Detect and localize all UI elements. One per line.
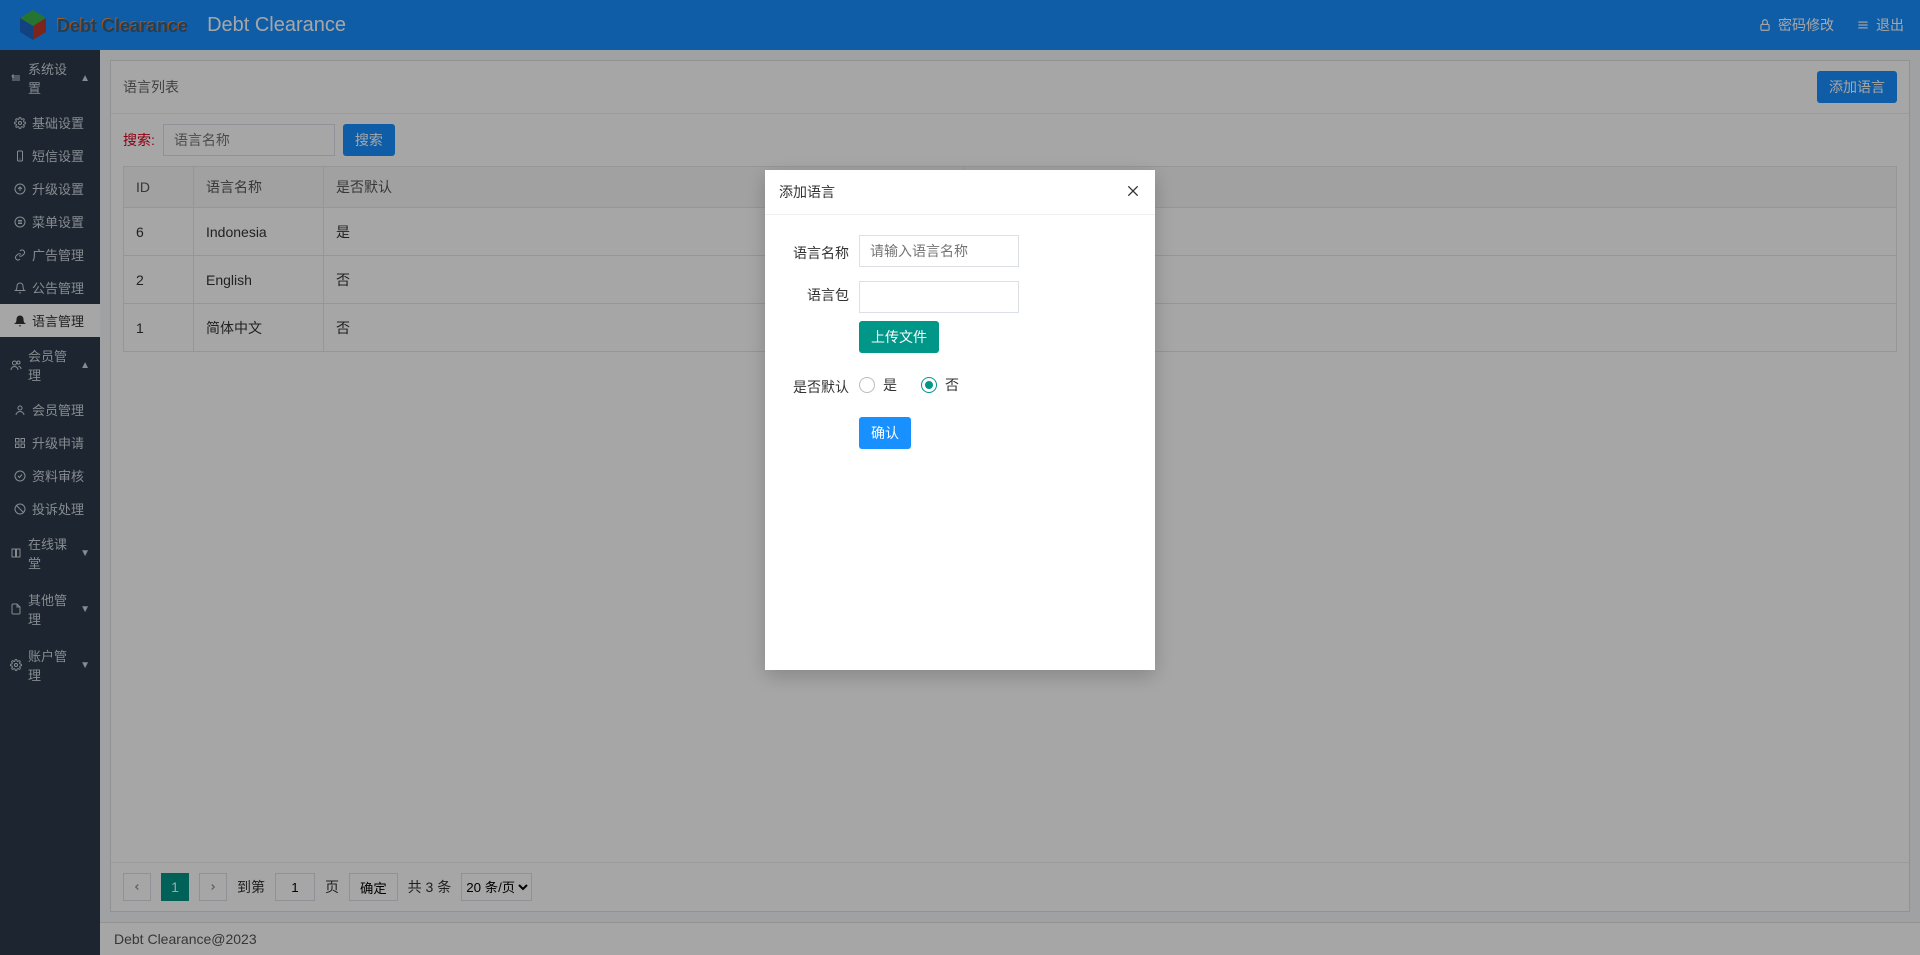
radio-icon	[921, 377, 937, 393]
radio-default-yes[interactable]: 是	[859, 375, 897, 395]
language-name-input[interactable]	[859, 235, 1019, 267]
form-label-default: 是否默认	[787, 373, 849, 397]
form-label-name: 语言名称	[787, 239, 849, 263]
close-icon	[1125, 186, 1141, 202]
modal-body: 语言名称 语言包 上传文件 是否默认	[765, 215, 1155, 483]
radio-yes-label: 是	[883, 375, 897, 395]
modal-confirm-button[interactable]: 确认	[859, 417, 911, 449]
language-pack-input[interactable]	[859, 281, 1019, 313]
modal-close-button[interactable]	[1125, 183, 1141, 202]
modal-overlay[interactable]: 添加语言 语言名称 语言包 上传文件	[0, 0, 1920, 955]
modal-header: 添加语言	[765, 170, 1155, 215]
form-label-pack: 语言包	[787, 281, 849, 305]
upload-file-button[interactable]: 上传文件	[859, 321, 939, 353]
radio-default-no[interactable]: 否	[921, 375, 959, 395]
modal-title: 添加语言	[779, 182, 835, 202]
add-language-modal: 添加语言 语言名称 语言包 上传文件	[765, 170, 1155, 670]
radio-icon	[859, 377, 875, 393]
radio-no-label: 否	[945, 375, 959, 395]
